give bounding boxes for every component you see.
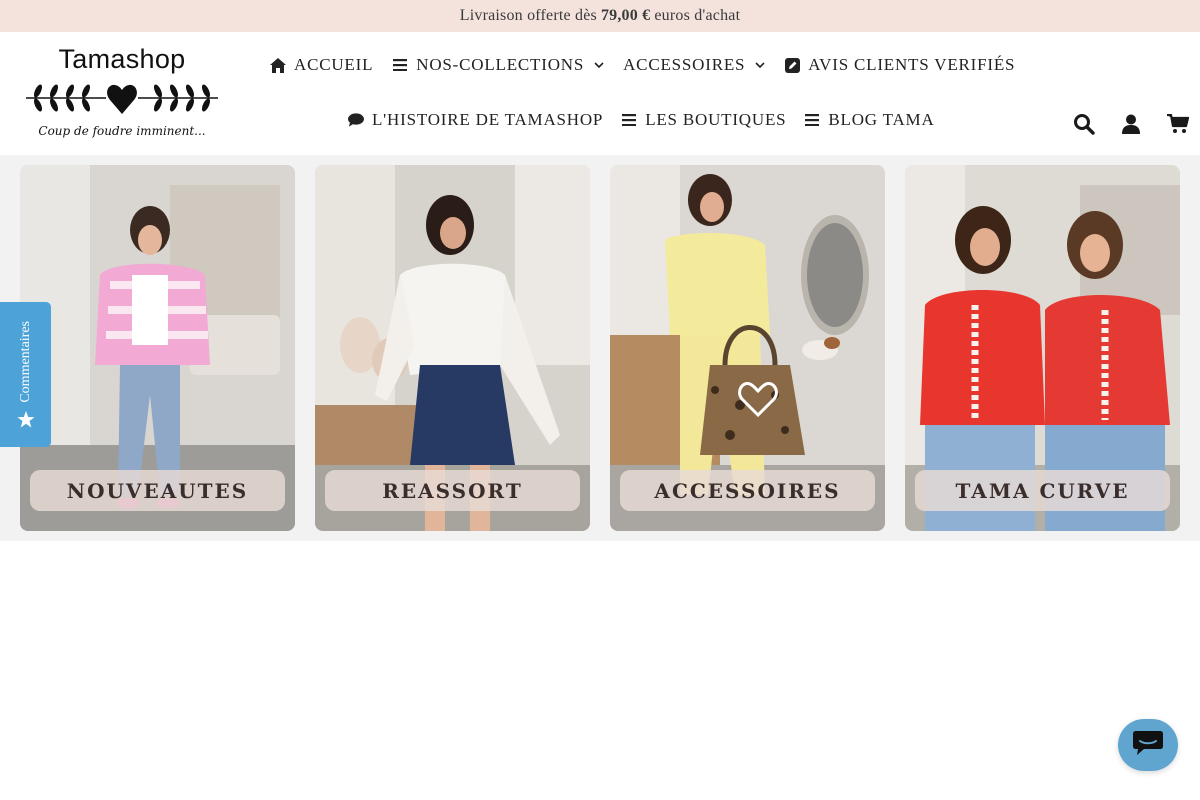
cart-icon[interactable] xyxy=(1166,112,1190,136)
main-nav-row-1: ACCUEIL NOS-COLLECTIONS ACCESSOIRES AVIS… xyxy=(270,54,1034,76)
reviews-tab-label: Commentaires xyxy=(17,321,33,403)
collection-label: ACCESSOIRES xyxy=(620,470,875,511)
nav-nos-collections[interactable]: NOS-COLLECTIONS xyxy=(392,54,604,76)
collection-label: TAMA CURVE xyxy=(915,470,1170,511)
nav-blog-label: BLOG TAMA xyxy=(828,110,935,129)
nav-blog[interactable]: BLOG TAMA xyxy=(804,109,934,131)
announcement-bar: Livraison offerte dès 79,00 € euros d'ac… xyxy=(0,0,1200,32)
collection-card-tama-curve[interactable]: TAMA CURVE xyxy=(905,165,1180,531)
main-nav-row-2: L'HISTOIRE DE TAMASHOP LES BOUTIQUES BLO… xyxy=(348,109,953,131)
nav-histoire-label: L'HISTOIRE DE TAMASHOP xyxy=(372,110,604,129)
nav-accueil[interactable]: ACCUEIL xyxy=(270,54,373,76)
collection-card-reassort[interactable]: REASSORT xyxy=(315,165,590,531)
collection-card-accessoires[interactable]: ACCESSOIRES xyxy=(610,165,885,531)
logo-tagline: Coup de foudre imminent... xyxy=(38,124,206,138)
collections-section: NOUVEAUTES REASSORT ACCESSOIRES TAMA CUR… xyxy=(0,155,1200,541)
nav-accueil-label: ACCUEIL xyxy=(294,55,374,74)
announcement-prefix: Livraison offerte dès xyxy=(459,7,597,24)
bars-icon xyxy=(392,57,408,73)
nav-avis-clients[interactable]: AVIS CLIENTS VERIFIÉS xyxy=(784,54,1015,76)
site-header: Tamashop Coup de foudre imminent... ACCU… xyxy=(0,32,1200,155)
nav-boutiques-label: LES BOUTIQUES xyxy=(645,110,787,129)
nav-accessoires[interactable]: ACCESSOIRES xyxy=(623,54,765,76)
chat-launcher-button[interactable] xyxy=(1118,719,1178,771)
announcement-suffix: euros d'achat xyxy=(654,7,741,24)
announcement-amount: 79,00 € xyxy=(600,7,651,24)
nav-histoire[interactable]: L'HISTOIRE DE TAMASHOP xyxy=(348,109,603,131)
chevron-down-icon xyxy=(755,61,765,69)
reviews-side-tab[interactable]: Commentaires xyxy=(0,302,51,447)
home-icon xyxy=(270,57,286,73)
collection-label: REASSORT xyxy=(325,470,580,511)
collection-label: NOUVEAUTES xyxy=(30,470,285,511)
header-actions xyxy=(1049,112,1190,136)
bars-icon xyxy=(804,112,820,128)
account-icon[interactable] xyxy=(1119,112,1143,136)
comment-icon xyxy=(348,112,364,128)
collection-card-nouveautes[interactable]: NOUVEAUTES xyxy=(20,165,295,531)
star-icon xyxy=(17,411,35,433)
nav-accessoires-label: ACCESSOIRES xyxy=(623,55,746,74)
site-logo[interactable]: Tamashop Coup de foudre imminent... xyxy=(24,44,220,148)
edit-icon xyxy=(784,57,800,73)
chevron-down-icon xyxy=(594,61,604,69)
logo-title: Tamashop xyxy=(58,44,186,74)
chat-icon xyxy=(1132,729,1164,762)
nav-boutiques[interactable]: LES BOUTIQUES xyxy=(621,109,786,131)
logo-leaves-heart-icon xyxy=(26,84,218,114)
nav-nos-collections-label: NOS-COLLECTIONS xyxy=(416,55,585,74)
bars-icon xyxy=(621,112,637,128)
search-icon[interactable] xyxy=(1072,112,1096,136)
nav-avis-clients-label: AVIS CLIENTS VERIFIÉS xyxy=(808,55,1016,74)
